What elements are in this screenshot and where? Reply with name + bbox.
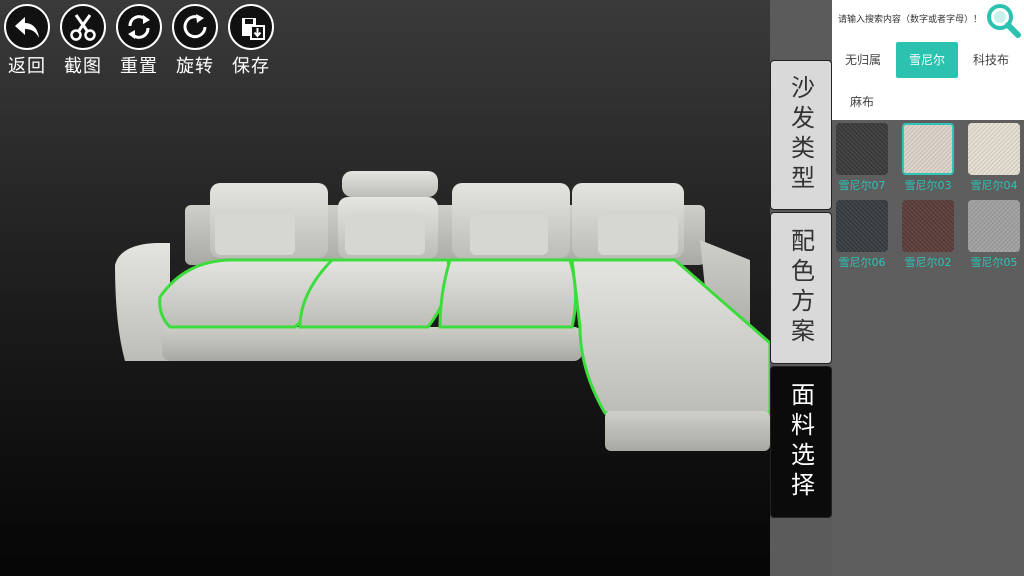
fabric-swatch[interactable]: 雪尼尔04 — [968, 123, 1020, 193]
back-arrow-icon — [4, 4, 50, 50]
tab-fabric-selection[interactable]: 面料选择 — [770, 366, 832, 518]
3d-viewport[interactable]: 返回 截图 重置 旋转 保存 — [0, 0, 770, 576]
rotate-button[interactable]: 旋转 — [170, 4, 220, 78]
back-label: 返回 — [8, 56, 46, 77]
seat-cushion[interactable] — [298, 258, 451, 329]
category-tab-chenille[interactable]: 雪尼尔 — [896, 42, 958, 78]
fabric-swatch[interactable]: 雪尼尔02 — [902, 200, 954, 270]
fabric-swatch-image — [968, 200, 1020, 252]
reset-button[interactable]: 重置 — [114, 4, 164, 78]
save-label: 保存 — [232, 56, 270, 77]
fabric-swatch-image — [902, 123, 954, 175]
fabric-swatch[interactable]: 雪尼尔07 — [836, 123, 888, 193]
category-tabs: 无归属 雪尼尔 科技布 麻布 — [832, 40, 1024, 120]
fabric-swatch-image — [968, 123, 1020, 175]
category-tab-tech-fabric[interactable]: 科技布 — [962, 42, 1020, 78]
save-button[interactable]: 保存 — [226, 4, 276, 78]
refresh-icon — [116, 4, 162, 50]
rotate-icon — [172, 4, 218, 50]
magnifier-icon[interactable] — [984, 2, 1022, 38]
search-input[interactable] — [832, 0, 980, 40]
screenshot-label: 截图 — [64, 56, 102, 77]
tab-sofa-type[interactable]: 沙发类型 — [770, 60, 832, 210]
tab-color-scheme[interactable]: 配色方案 — [770, 212, 832, 364]
fabric-swatch[interactable]: 雪尼尔03 — [902, 123, 954, 193]
side-tab-strip: 沙发类型 配色方案 面料选择 — [770, 0, 832, 576]
search-bar — [832, 0, 1024, 40]
seat-cushion[interactable] — [438, 258, 578, 329]
fabric-swatch[interactable]: 雪尼尔05 — [968, 200, 1020, 270]
fabric-swatch[interactable]: 雪尼尔06 — [836, 200, 888, 270]
back-button[interactable]: 返回 — [2, 4, 52, 78]
sofa-3d-model[interactable] — [110, 165, 770, 455]
fabric-swatch-image — [902, 200, 954, 252]
save-icon — [228, 4, 274, 50]
fabric-swatch-image — [836, 200, 888, 252]
fabric-swatch-image — [836, 123, 888, 175]
category-tab-linen[interactable]: 麻布 — [836, 84, 888, 120]
category-tab-unassigned[interactable]: 无归属 — [834, 42, 892, 78]
headrest[interactable] — [342, 171, 438, 197]
fabric-panel: 无归属 雪尼尔 科技布 麻布 雪尼尔07 雪尼尔03 雪尼尔04 雪尼尔06 雪… — [832, 0, 1024, 576]
reset-label: 重置 — [120, 56, 158, 77]
screenshot-button[interactable]: 截图 — [58, 4, 108, 78]
scissors-icon — [60, 4, 106, 50]
rotate-label: 旋转 — [176, 56, 214, 77]
